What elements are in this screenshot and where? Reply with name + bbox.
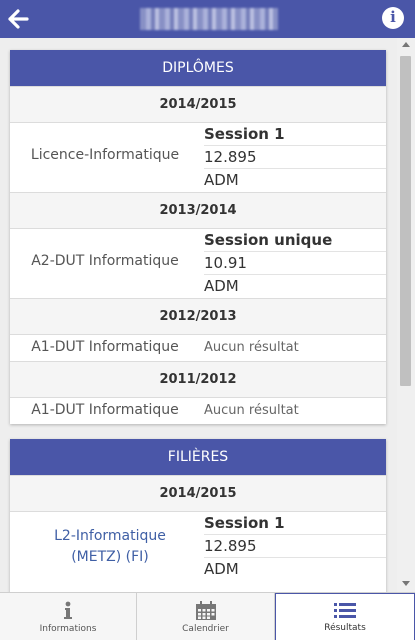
- year-row: 2013/2014: [10, 192, 386, 229]
- list-icon: [334, 603, 356, 618]
- grade-value: 10.91: [204, 252, 386, 275]
- tab-informations[interactable]: Informations: [0, 593, 136, 640]
- result-detail: Session 1 12.895 ADM: [204, 123, 386, 192]
- info-button[interactable]: i: [382, 7, 404, 29]
- result-entry[interactable]: A1-DUT Informatique Aucun résultat: [10, 335, 386, 361]
- year-row: 2014/2015: [10, 475, 386, 512]
- tab-label: Informations: [39, 624, 97, 634]
- result-status: ADM: [204, 277, 239, 295]
- no-result-text: Aucun résultat: [204, 403, 299, 418]
- result-detail: Aucun résultat: [204, 335, 386, 361]
- session-label: Session 1: [204, 123, 386, 146]
- tab-label: Résultats: [324, 623, 366, 633]
- scroll-thumb[interactable]: [400, 56, 411, 386]
- result-detail: Session 1 12.895 ADM: [204, 512, 386, 581]
- session-label: Session unique: [204, 229, 386, 252]
- diploma-name: A2-DUT Informatique: [31, 253, 179, 269]
- scroll-down-arrow[interactable]: [402, 581, 410, 586]
- vertical-scrollbar[interactable]: [397, 38, 415, 592]
- app-header: i: [0, 0, 415, 38]
- result-status: ADM: [204, 560, 239, 578]
- diploma-name: Licence-Informatique: [30, 147, 180, 163]
- filieres-title: FILIÈRES: [10, 439, 386, 475]
- results-content[interactable]: DIPLÔMES 2014/2015 Licence-Informatique …: [0, 38, 397, 592]
- result-status: ADM: [204, 171, 239, 189]
- diplomes-title: DIPLÔMES: [10, 50, 386, 86]
- filieres-card: FILIÈRES 2014/2015 L2-Informatique (METZ…: [10, 439, 386, 592]
- result-detail: Session unique 10.91 ADM: [204, 229, 386, 298]
- grade-value: 12.895: [204, 146, 386, 169]
- info-icon: [64, 601, 72, 619]
- info-icon: i: [390, 8, 396, 26]
- diploma-name: A1-DUT Informatique: [31, 402, 179, 418]
- filiere-name-link[interactable]: L2-Informatique (METZ) (FI): [40, 526, 180, 568]
- bottom-tab-bar: Informations Calendrier Résultats: [0, 592, 415, 640]
- diplomes-card: DIPLÔMES 2014/2015 Licence-Informatique …: [10, 50, 386, 424]
- result-entry[interactable]: A2-DUT Informatique Session unique 10.91…: [10, 229, 386, 298]
- student-name-blurred: [140, 8, 278, 30]
- scroll-up-arrow[interactable]: [402, 42, 410, 47]
- tab-label: Calendrier: [182, 624, 229, 634]
- grade-value: 12.895: [204, 535, 386, 558]
- result-entry[interactable]: A1-DUT Informatique Aucun résultat: [10, 398, 386, 424]
- year-row: 2012/2013: [10, 298, 386, 335]
- no-result-text: Aucun résultat: [204, 340, 299, 355]
- result-entry[interactable]: Licence-Informatique Session 1 12.895 AD…: [10, 123, 386, 192]
- result-detail: Aucun résultat: [204, 398, 386, 424]
- session-label: Session 1: [204, 512, 386, 535]
- result-entry[interactable]: L2-Informatique (METZ) (FI) Session 1 12…: [10, 512, 386, 581]
- year-row: 2011/2012: [10, 361, 386, 398]
- calendar-icon: [195, 601, 216, 620]
- arrow-left-icon: [8, 9, 29, 29]
- back-button[interactable]: [6, 6, 32, 32]
- diploma-name: A1-DUT Informatique: [31, 339, 179, 355]
- tab-calendrier[interactable]: Calendrier: [137, 593, 274, 640]
- tab-resultats[interactable]: Résultats: [275, 593, 415, 640]
- year-row: 2014/2015: [10, 86, 386, 123]
